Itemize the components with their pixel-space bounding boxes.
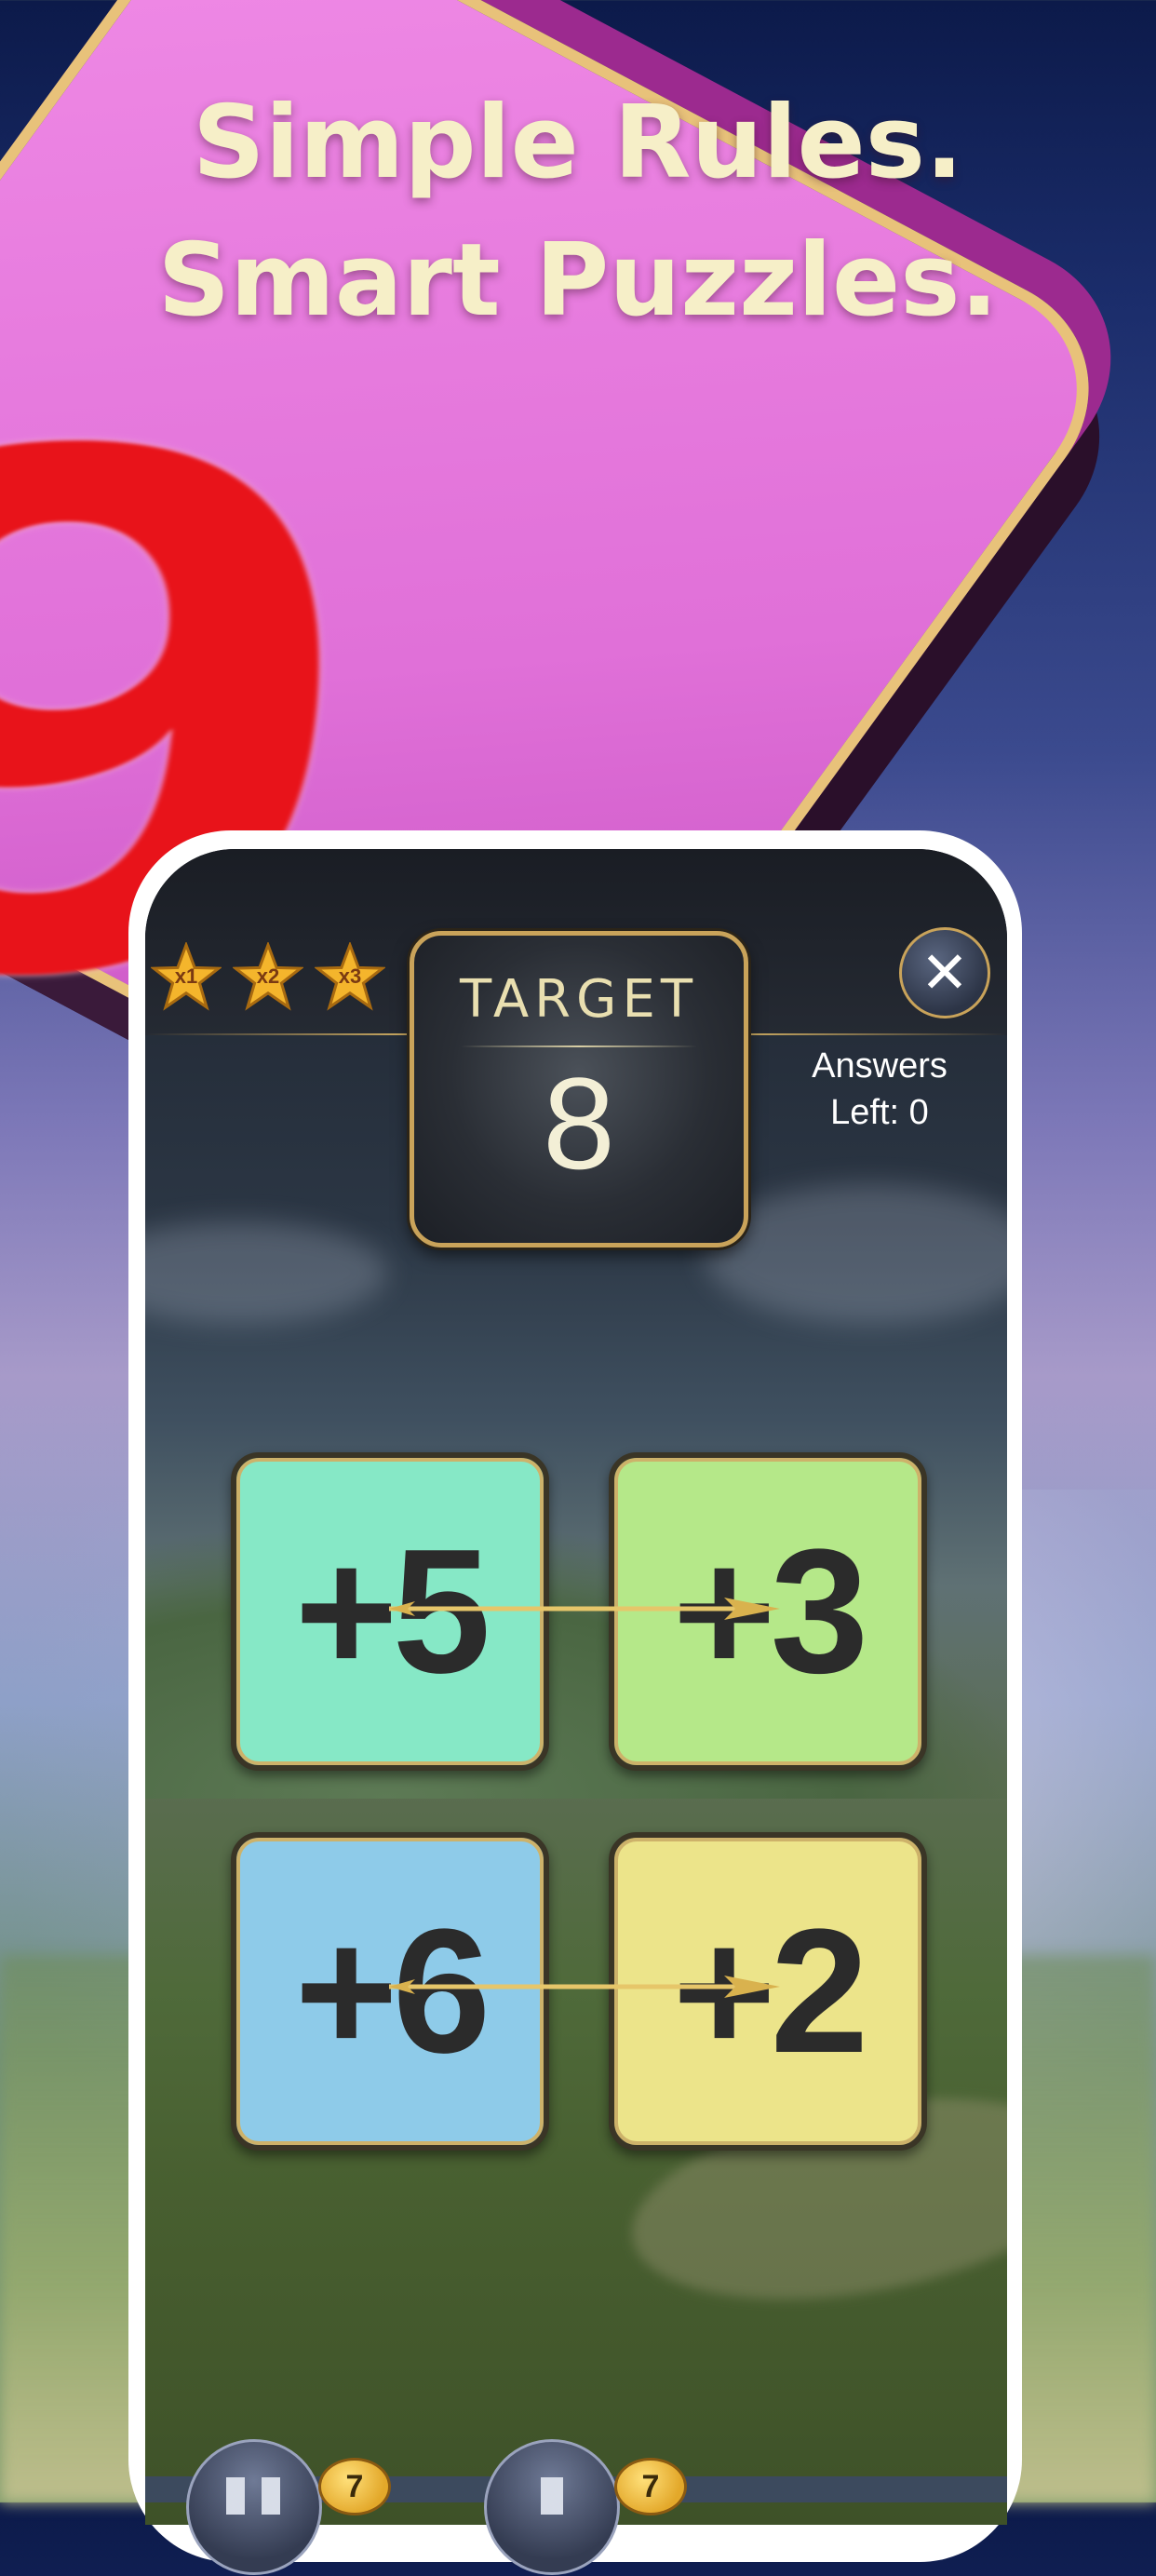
pause-icon xyxy=(226,2477,280,2515)
connection-arrow xyxy=(389,1976,780,1998)
hint-button[interactable] xyxy=(484,2439,620,2575)
target-divider xyxy=(461,1045,697,1047)
star-x1: x1 xyxy=(151,942,222,1013)
star-x2: x2 xyxy=(233,942,303,1013)
coin-count: 7 xyxy=(345,2469,364,2504)
coin-badge: 7 xyxy=(614,2458,687,2515)
close-button[interactable]: ✕ xyxy=(899,927,990,1018)
cloud xyxy=(145,1221,387,1324)
connection-arrow xyxy=(389,1598,780,1620)
star-multiplier: x3 xyxy=(338,964,362,988)
hint-icon xyxy=(541,2477,563,2515)
arrow-icon xyxy=(389,1976,780,1998)
arrow-icon xyxy=(389,1598,780,1620)
coin-count: 7 xyxy=(641,2469,660,2504)
headline-line-1: Simple Rules. xyxy=(192,85,964,201)
close-icon: ✕ xyxy=(921,938,969,1006)
cloud xyxy=(704,1184,1007,1324)
target-panel: TARGET 8 xyxy=(410,931,748,1248)
star-multiplier: x2 xyxy=(256,964,280,988)
coin-badge: 7 xyxy=(318,2458,391,2515)
headline: Simple Rules. Smart Puzzles. xyxy=(0,74,1156,350)
headline-line-2: Smart Puzzles. xyxy=(157,223,999,339)
star-x3: x3 xyxy=(315,942,385,1013)
star-multiplier: x1 xyxy=(174,964,198,988)
answers-label: Answers xyxy=(812,1046,948,1086)
target-label: TARGET xyxy=(459,969,699,1030)
target-value: 8 xyxy=(543,1050,615,1196)
pause-button[interactable] xyxy=(186,2439,322,2575)
answers-count: Left: 0 xyxy=(830,1093,929,1132)
answers-left: Answers Left: 0 xyxy=(782,1043,977,1136)
